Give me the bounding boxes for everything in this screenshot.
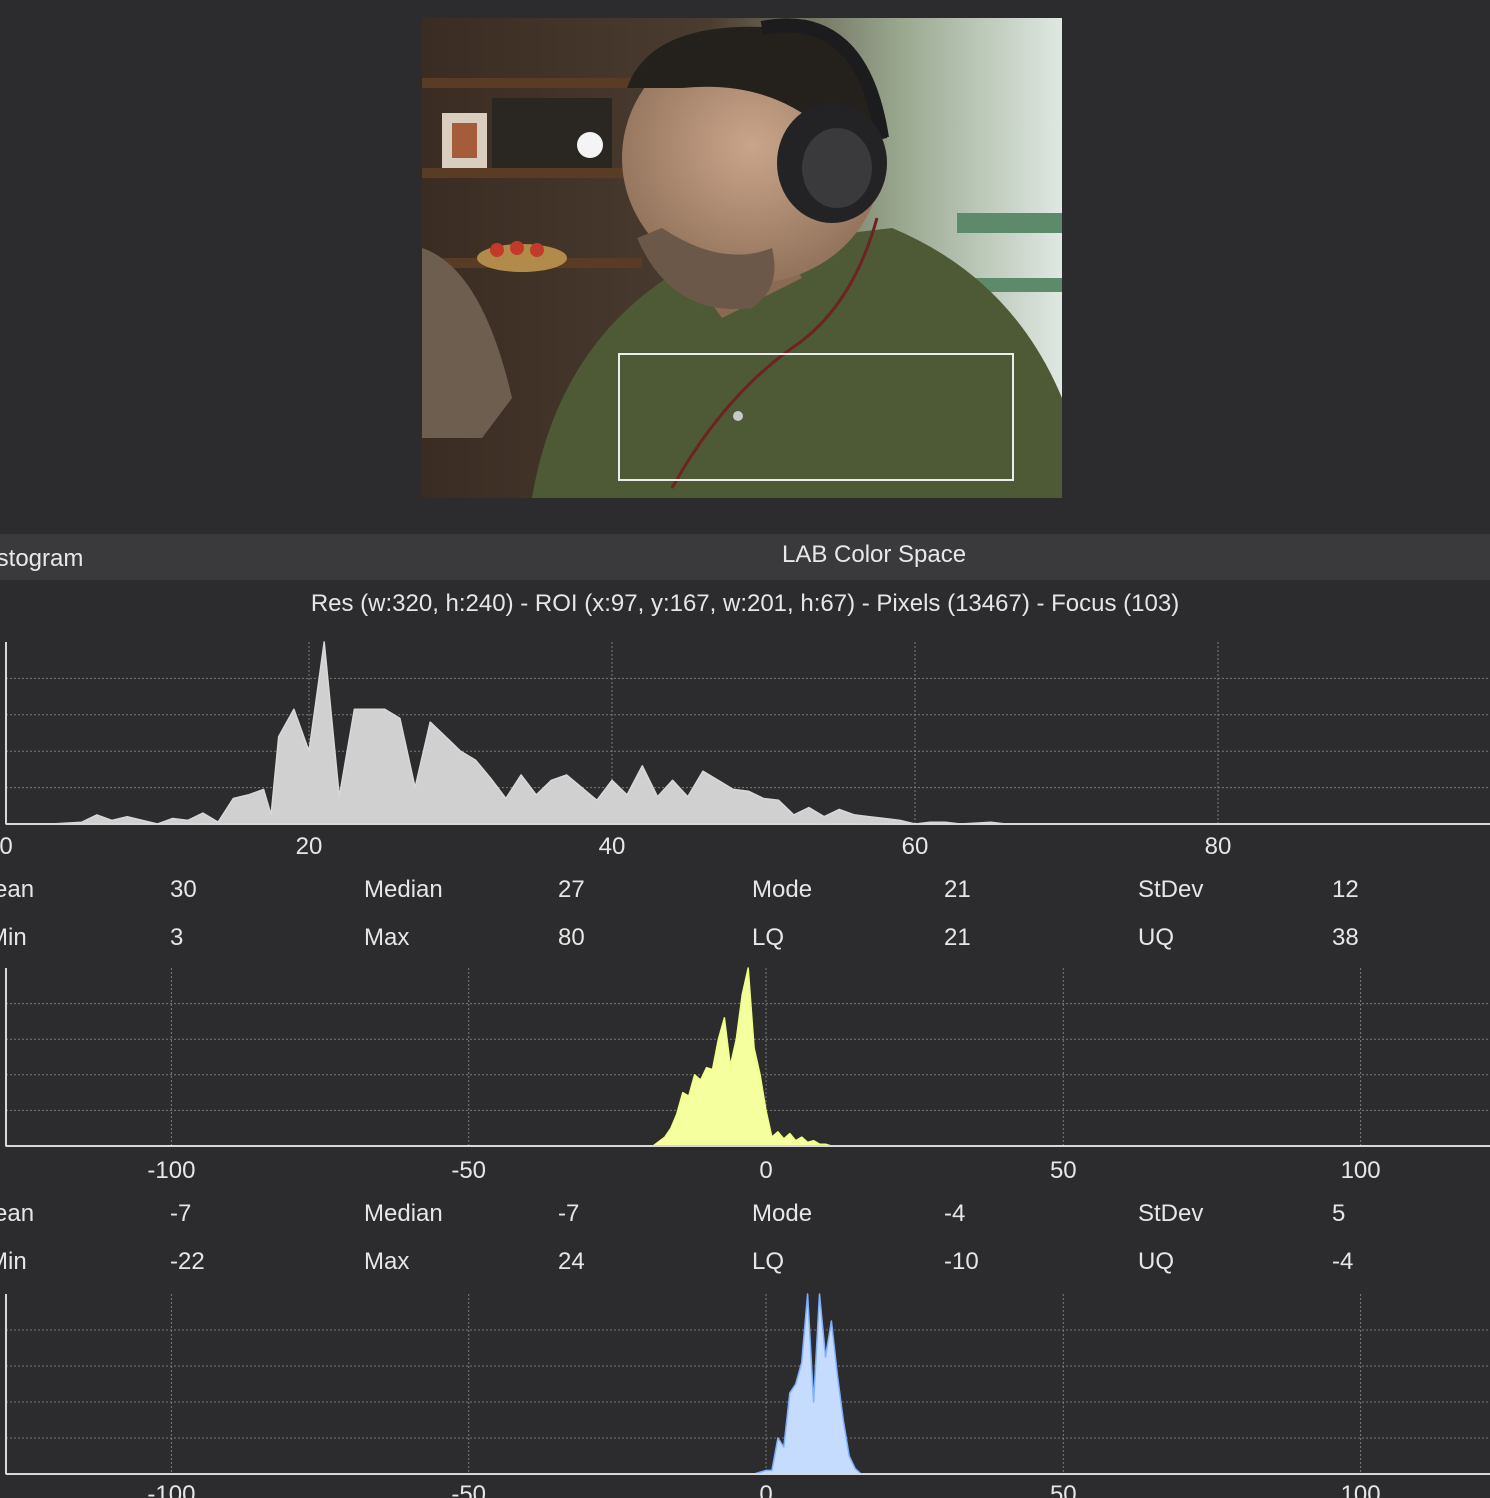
x-tick-label: 0 <box>0 833 13 860</box>
x-tick-label: 100 <box>1341 1157 1381 1184</box>
x-tick-label: -100 <box>147 1157 195 1184</box>
x-tick-label: 20 <box>296 833 323 860</box>
stat-label-mode: Mode <box>752 876 813 903</box>
x-tick-label: -100 <box>147 1481 195 1498</box>
stat-label-lq: LQ <box>752 1248 785 1275</box>
stat-label-max: Max <box>364 1248 410 1275</box>
stat-label-mode: Mode <box>752 1200 813 1227</box>
stats-row-a-1: Mean -7 Median -7 Mode -4 StDev 5 <box>0 1200 1490 1234</box>
stat-label-uq: UQ <box>1138 1248 1174 1275</box>
x-tick-label: 0 <box>759 1157 772 1184</box>
roi-rectangle[interactable] <box>618 353 1014 481</box>
stat-value-min: -22 <box>170 1248 205 1275</box>
tab-lab-color-space[interactable]: LAB Color Space <box>782 532 966 578</box>
stat-label-median: Median <box>364 1200 443 1227</box>
x-tick-label: -50 <box>451 1481 486 1498</box>
stat-label-lq: LQ <box>752 924 785 951</box>
stat-value-mode: 21 <box>944 876 971 903</box>
stat-label-mean: Mean <box>0 1200 35 1227</box>
roi-info-line: Res (w:320, h:240) - ROI (x:97, y:167, w… <box>310 590 1180 617</box>
stat-value-median: 27 <box>558 876 585 903</box>
histogram-area-a <box>5 967 1490 1147</box>
stats-row-a-2: Min -22 Max 24 LQ -10 UQ -4 <box>0 1248 1490 1282</box>
histogram-b-channel: -100 -50 0 50 100 <box>5 1293 1490 1498</box>
stat-label-stdev: StDev <box>1138 1200 1204 1227</box>
x-tick-label: -50 <box>451 1157 486 1184</box>
stats-row-l-1: Mean 30 Median 27 Mode 21 StDev 12 <box>0 876 1490 910</box>
x-tick-label: 50 <box>1050 1481 1077 1498</box>
stat-label-min: Min <box>0 924 27 951</box>
histogram-area-b <box>5 1293 1490 1475</box>
stat-label-mean: Mean <box>0 876 35 903</box>
histogram-area-l <box>5 641 1490 825</box>
stat-value-stdev: 5 <box>1332 1200 1346 1227</box>
stat-value-lq: 21 <box>944 924 971 951</box>
histogram-l-channel: 0 20 40 60 80 <box>0 641 1490 860</box>
stat-value-max: 24 <box>558 1248 585 1275</box>
stats-row-l-2: Min 3 Max 80 LQ 21 UQ 38 <box>0 924 1490 958</box>
stat-value-stdev: 12 <box>1332 876 1359 903</box>
stat-value-mode: -4 <box>944 1200 966 1227</box>
stat-value-mean: -7 <box>170 1200 192 1227</box>
stat-value-median: -7 <box>558 1200 580 1227</box>
x-tick-label: 50 <box>1050 1157 1077 1184</box>
tab-histogram[interactable]: Histogram <box>0 536 83 582</box>
x-tick-label: 80 <box>1205 833 1232 860</box>
stat-value-mean: 30 <box>170 876 197 903</box>
camera-preview[interactable] <box>422 18 1062 498</box>
x-tick-label: 100 <box>1341 1481 1381 1498</box>
stat-label-uq: UQ <box>1138 924 1174 951</box>
stat-value-uq: -4 <box>1332 1248 1354 1275</box>
stat-label-median: Median <box>364 876 443 903</box>
stat-label-stdev: StDev <box>1138 876 1204 903</box>
x-tick-label: 0 <box>759 1481 772 1498</box>
stat-value-lq: -10 <box>944 1248 979 1275</box>
stat-label-max: Max <box>364 924 410 951</box>
stat-value-min: 3 <box>170 924 184 951</box>
x-tick-label: 60 <box>902 833 929 860</box>
histogram-a-channel: -100 -50 0 50 100 <box>5 967 1490 1184</box>
tab-bar: Histogram LAB Color Space <box>0 534 1490 580</box>
stat-value-max: 80 <box>558 924 585 951</box>
x-tick-label: 40 <box>599 833 626 860</box>
stat-label-min: Min <box>0 1248 27 1275</box>
stat-value-uq: 38 <box>1332 924 1359 951</box>
